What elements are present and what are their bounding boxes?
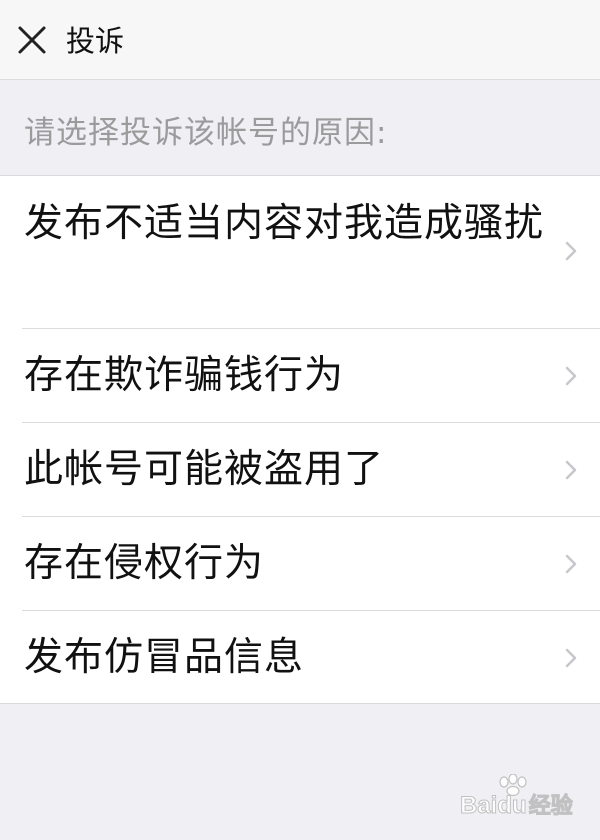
reason-item-account-stolen[interactable]: 此帐号可能被盗用了 bbox=[0, 422, 600, 516]
reason-label: 存在欺诈骗钱行为 bbox=[24, 353, 345, 398]
chevron-right-icon bbox=[564, 459, 578, 481]
chevron-right-icon bbox=[564, 553, 578, 575]
reason-label: 发布仿冒品信息 bbox=[24, 635, 305, 680]
close-icon bbox=[18, 26, 46, 54]
page-title: 投诉 bbox=[66, 24, 125, 58]
reason-label: 发布不适当内容对我造成骚扰 bbox=[24, 201, 545, 246]
nav-bar: 投诉 bbox=[0, 0, 600, 80]
section-header: 请选择投诉该帐号的原因: bbox=[24, 115, 388, 151]
reason-label: 存在侵权行为 bbox=[24, 541, 265, 586]
chevron-right-icon bbox=[564, 365, 578, 387]
close-button[interactable] bbox=[14, 22, 50, 58]
reason-label: 此帐号可能被盗用了 bbox=[24, 447, 385, 492]
watermark-text: Baidu经验 bbox=[459, 792, 573, 820]
chevron-right-icon bbox=[564, 240, 578, 262]
reason-item-infringement[interactable]: 存在侵权行为 bbox=[0, 516, 600, 610]
reason-item-counterfeit[interactable]: 发布仿冒品信息 bbox=[0, 610, 600, 703]
baidu-jingyan-watermark: Baidu经验 bbox=[459, 774, 590, 824]
reason-list: 发布不适当内容对我造成骚扰 存在欺诈骗钱行为 此帐号可能被盗用了 存在侵权行为 … bbox=[0, 175, 600, 704]
reason-item-harassment[interactable]: 发布不适当内容对我造成骚扰 bbox=[0, 176, 600, 328]
reason-item-fraud[interactable]: 存在欺诈骗钱行为 bbox=[0, 328, 600, 422]
chevron-right-icon bbox=[564, 647, 578, 669]
